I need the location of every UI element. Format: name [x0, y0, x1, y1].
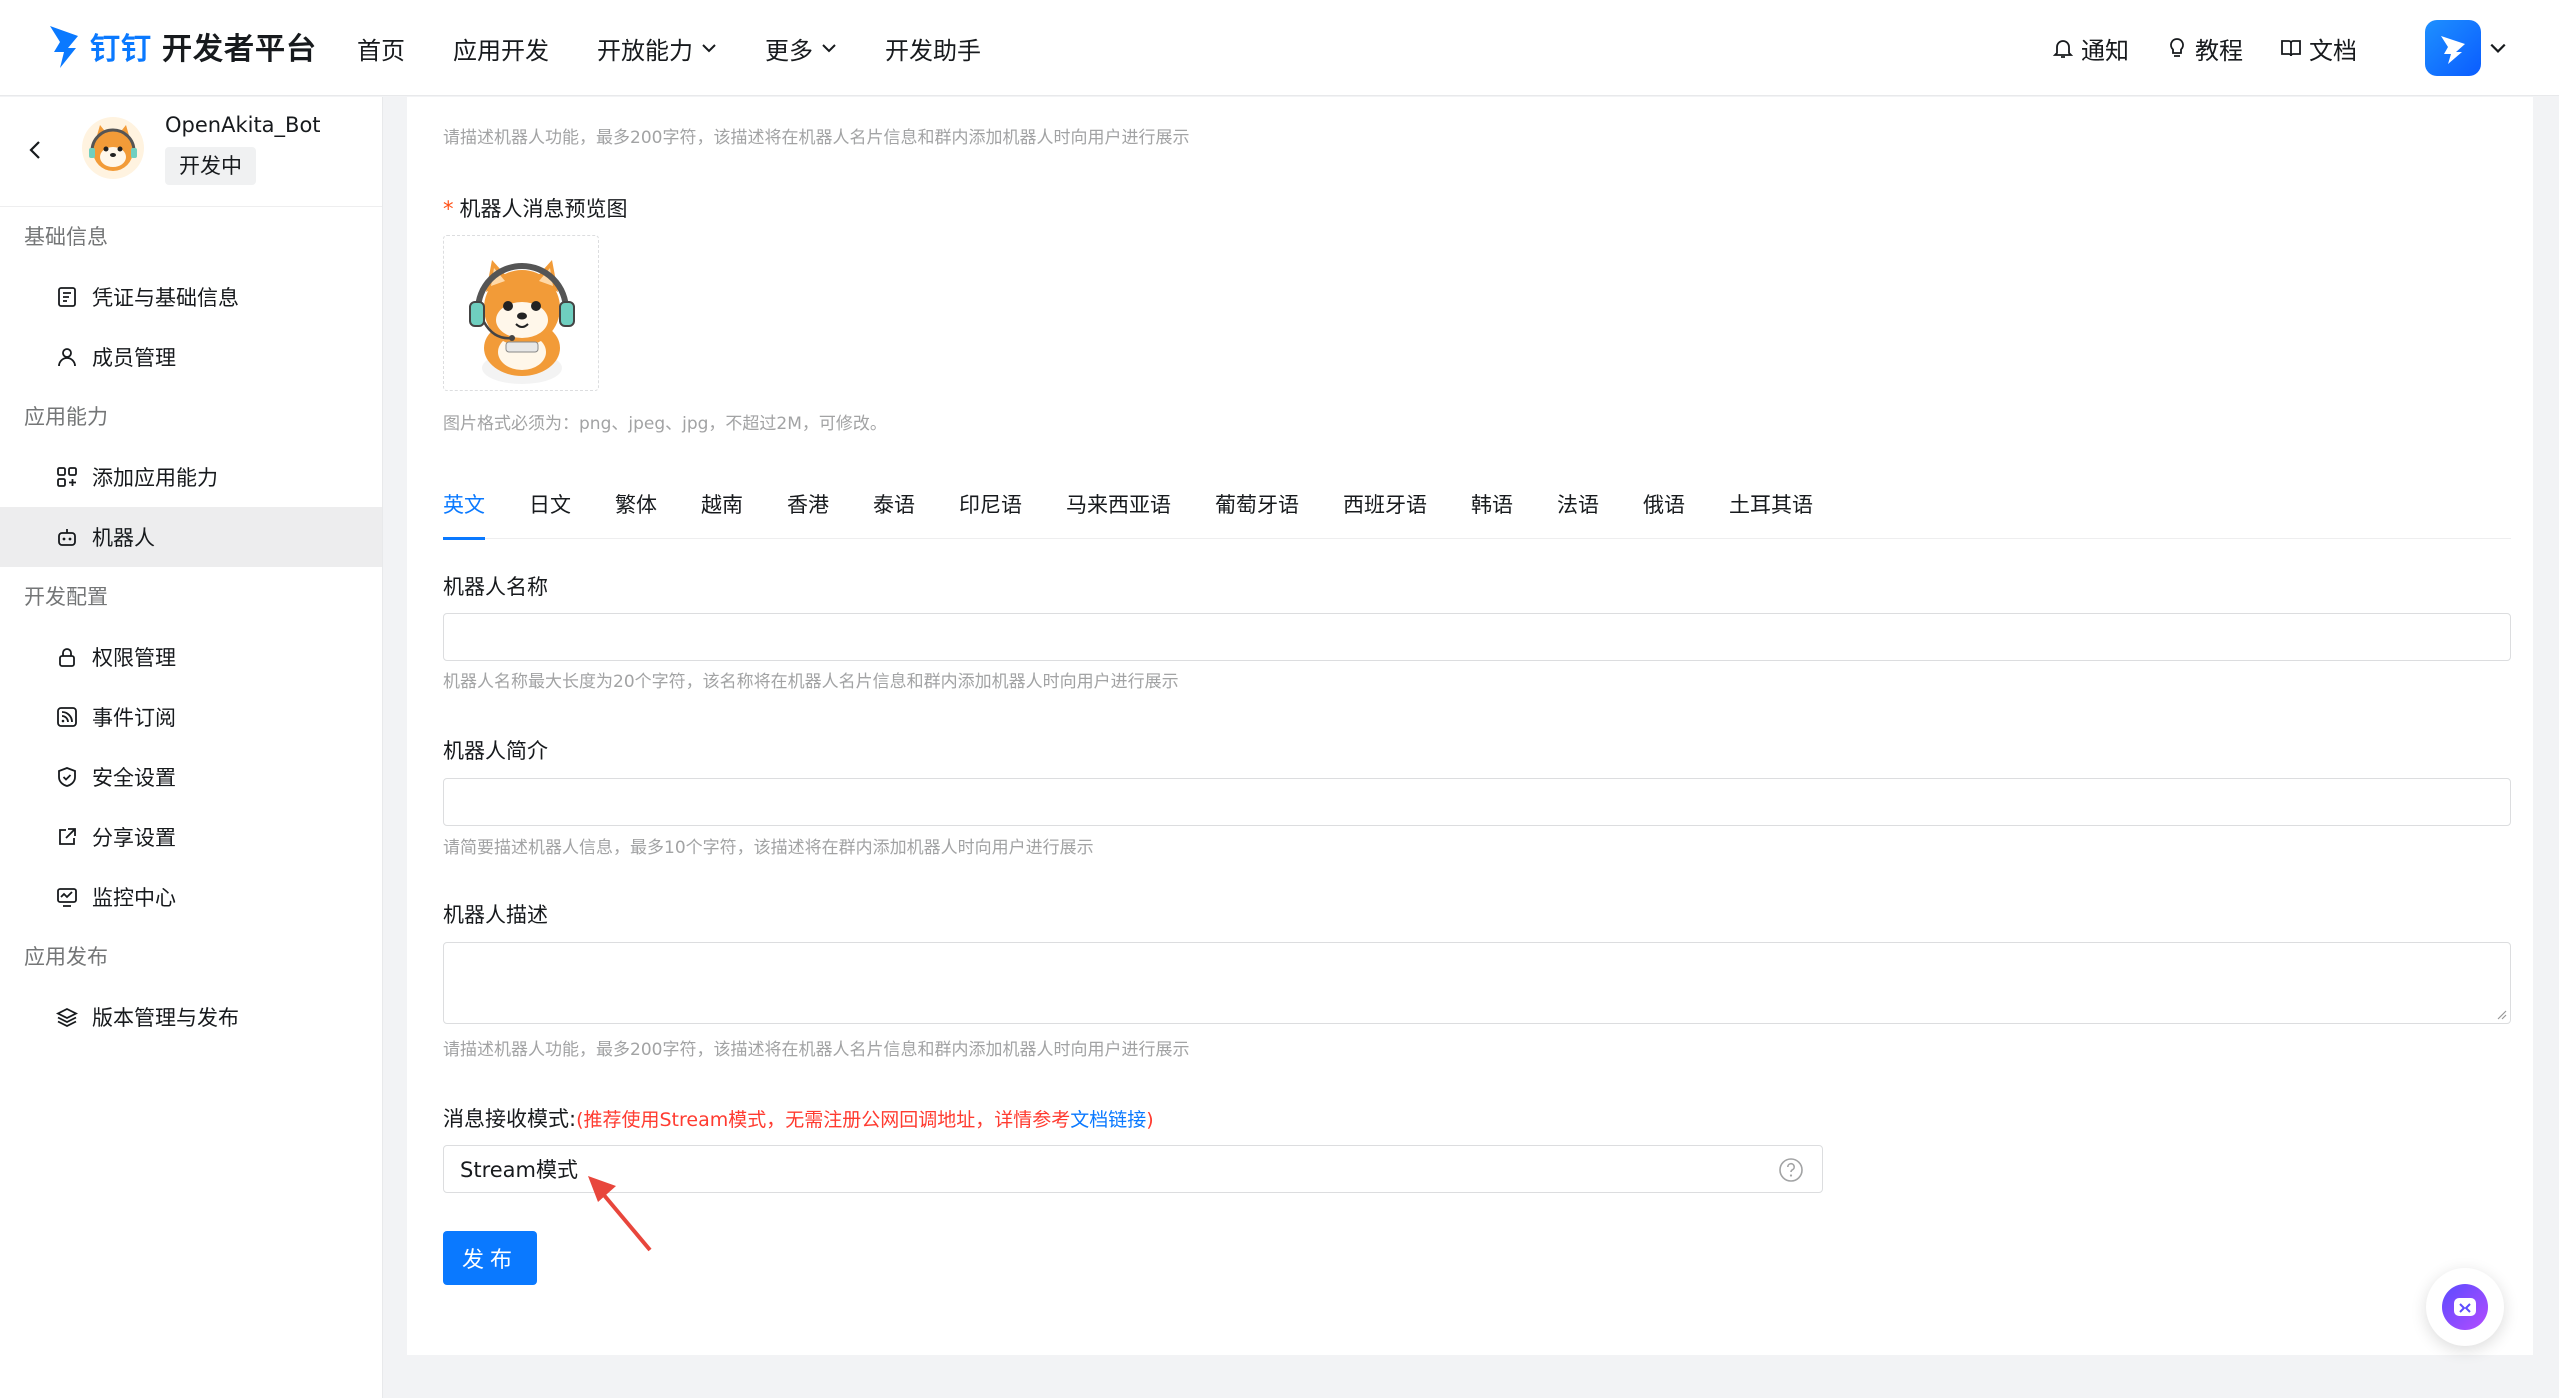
- nav-more[interactable]: 更多: [765, 31, 837, 66]
- mode-note: (推荐使用Stream模式，无需注册公网回调地址，详情参考文档链接): [576, 1108, 1154, 1131]
- shiba-preview-image: [469, 260, 575, 384]
- tab-en[interactable]: 英文: [443, 477, 485, 540]
- lightbulb-icon: [2170, 38, 2184, 57]
- top-header: 钉钉 开发者平台 首页 应用开发 开放能力 更多 开发助手 通知 教程 文档: [0, 0, 2559, 96]
- robot-desc-textarea[interactable]: [443, 942, 2511, 1024]
- layers-icon: [56, 1007, 78, 1028]
- group-release: 应用发布: [24, 945, 108, 969]
- sidebar-item-credentials[interactable]: 凭证与基础信息: [0, 267, 382, 327]
- share-icon: [59, 828, 76, 845]
- desc-label: 机器人描述: [443, 903, 548, 927]
- name-label: 机器人名称: [443, 575, 548, 599]
- bell-icon: [2052, 40, 2074, 58]
- name-hint: 机器人名称最大长度为20个字符，该名称将在机器人名片信息和群内添加机器人时向用户…: [443, 672, 1179, 692]
- monitor-icon: [57, 888, 77, 907]
- group-basic: 基础信息: [24, 225, 108, 249]
- tab-ja[interactable]: 日文: [529, 477, 571, 539]
- main-content: 请描述机器人功能，最多200字符，该描述将在机器人名片信息和群内添加机器人时向用…: [407, 97, 2533, 1355]
- dingtalk-avatar-icon: [2441, 36, 2465, 64]
- shiba-avatar-icon: [89, 125, 137, 171]
- chevron-down-icon: [822, 44, 836, 53]
- preview-hint: 图片格式必须为：png、jpeg、jpg，不超过2M，可修改。: [443, 414, 887, 434]
- language-tabs: 英文 日文 繁体 越南 香港 泰语 印尼语 马来西亚语 葡萄牙语 西班牙语 韩语…: [443, 477, 2511, 540]
- tab-id[interactable]: 印尼语: [959, 477, 1022, 539]
- annotation-arrow-icon: [588, 1176, 652, 1252]
- rss-icon: [57, 707, 77, 727]
- robot-intro-input[interactable]: [443, 778, 2511, 826]
- group-dev: 开发配置: [24, 585, 108, 609]
- resize-grip-icon[interactable]: [2495, 1008, 2507, 1020]
- brand[interactable]: 钉钉 开发者平台: [46, 18, 317, 74]
- sidebar-item-versions[interactable]: 版本管理与发布: [0, 987, 382, 1047]
- robot-icon: [58, 529, 76, 546]
- docs-link[interactable]: 文档: [2279, 31, 2357, 66]
- doc-link[interactable]: 文档链接: [1070, 1109, 1146, 1131]
- assistant-icon: [2442, 1284, 2488, 1330]
- publish-button[interactable]: 发布: [443, 1231, 537, 1285]
- required-mark: *: [443, 197, 454, 221]
- sidebar-item-permissions[interactable]: 权限管理: [0, 627, 382, 687]
- dingtalk-logo-icon: [50, 26, 78, 68]
- robot-name-input[interactable]: [443, 613, 2511, 661]
- tab-fr[interactable]: 法语: [1557, 477, 1599, 539]
- mode-label-row: 消息接收模式: (推荐使用Stream模式，无需注册公网回调地址，详情参考文档链…: [443, 1103, 1154, 1133]
- nav-dev-assistant[interactable]: 开发助手: [885, 31, 981, 66]
- lock-icon: [59, 648, 75, 667]
- sidebar-item-share[interactable]: 分享设置: [0, 807, 382, 867]
- sidebar-item-monitor[interactable]: 监控中心: [0, 867, 382, 927]
- mode-label: 消息接收模式:: [443, 1107, 577, 1131]
- sidebar: OpenAkita_Bot 开发中 基础信息 凭证与基础信息 成员管理 应用能力…: [0, 97, 383, 1398]
- id-card-icon: [58, 287, 76, 307]
- top-nav: 首页 应用开发 开放能力 更多 开发助手: [357, 0, 1029, 96]
- tab-th[interactable]: 泰语: [873, 477, 915, 539]
- sidebar-item-robot[interactable]: 机器人: [0, 507, 382, 567]
- preview-label: * 机器人消息预览图: [443, 197, 628, 221]
- book-icon: [2281, 40, 2301, 57]
- intro-label: 机器人简介: [443, 739, 548, 763]
- app-avatar: [82, 117, 144, 179]
- sidebar-item-security[interactable]: 安全设置: [0, 747, 382, 807]
- assistant-float-button[interactable]: [2426, 1268, 2504, 1346]
- tutorial-link[interactable]: 教程: [2165, 31, 2243, 66]
- apps-add-icon: [57, 467, 77, 487]
- help-circle-icon[interactable]: [1778, 1157, 1804, 1183]
- group-ability: 应用能力: [24, 405, 108, 429]
- sidebar-item-events[interactable]: 事件订阅: [0, 687, 382, 747]
- sidebar-item-members[interactable]: 成员管理: [0, 327, 382, 387]
- sidebar-item-add-ability[interactable]: 添加应用能力: [0, 447, 382, 507]
- nav-app-dev[interactable]: 应用开发: [453, 31, 549, 66]
- preview-image-upload[interactable]: [443, 235, 599, 391]
- nav-open-ability[interactable]: 开放能力: [597, 31, 717, 66]
- tab-ms[interactable]: 马来西亚语: [1066, 477, 1171, 539]
- tab-tr[interactable]: 土耳其语: [1729, 477, 1813, 539]
- chevron-down-icon: [702, 44, 716, 53]
- top-hint: 请描述机器人功能，最多200字符，该描述将在机器人名片信息和群内添加机器人时向用…: [443, 128, 1190, 148]
- header-right: 通知 教程 文档: [2051, 0, 2559, 96]
- app-header: OpenAkita_Bot 开发中: [0, 97, 382, 207]
- message-mode-value: Stream模式: [460, 1158, 578, 1182]
- tab-es[interactable]: 西班牙语: [1343, 477, 1427, 539]
- brand-subtitle: 开发者平台: [162, 32, 317, 67]
- back-arrow-icon[interactable]: [22, 137, 48, 163]
- nav-home[interactable]: 首页: [357, 31, 405, 66]
- user-icon: [58, 348, 76, 367]
- tab-hk[interactable]: 香港: [787, 477, 829, 539]
- desc-hint: 请描述机器人功能，最多200字符，该描述将在机器人名片信息和群内添加机器人时向用…: [443, 1040, 1190, 1060]
- app-status-badge: 开发中: [165, 147, 256, 185]
- brand-name: 钉钉: [90, 32, 152, 67]
- tab-vi[interactable]: 越南: [701, 477, 743, 539]
- chevron-down-icon: [2490, 43, 2506, 53]
- notify-link[interactable]: 通知: [2051, 31, 2129, 66]
- avatar: [2425, 20, 2481, 76]
- tab-zh-tw[interactable]: 繁体: [615, 477, 657, 539]
- user-menu[interactable]: [2425, 20, 2507, 76]
- app-name: OpenAkita_Bot: [165, 113, 321, 137]
- intro-hint: 请简要描述机器人信息，最多10个字符，该描述将在群内添加机器人时向用户进行展示: [443, 838, 1094, 858]
- shield-icon: [58, 767, 76, 787]
- tab-ru[interactable]: 俄语: [1643, 477, 1685, 539]
- tab-ko[interactable]: 韩语: [1471, 477, 1513, 539]
- tab-pt[interactable]: 葡萄牙语: [1215, 477, 1299, 539]
